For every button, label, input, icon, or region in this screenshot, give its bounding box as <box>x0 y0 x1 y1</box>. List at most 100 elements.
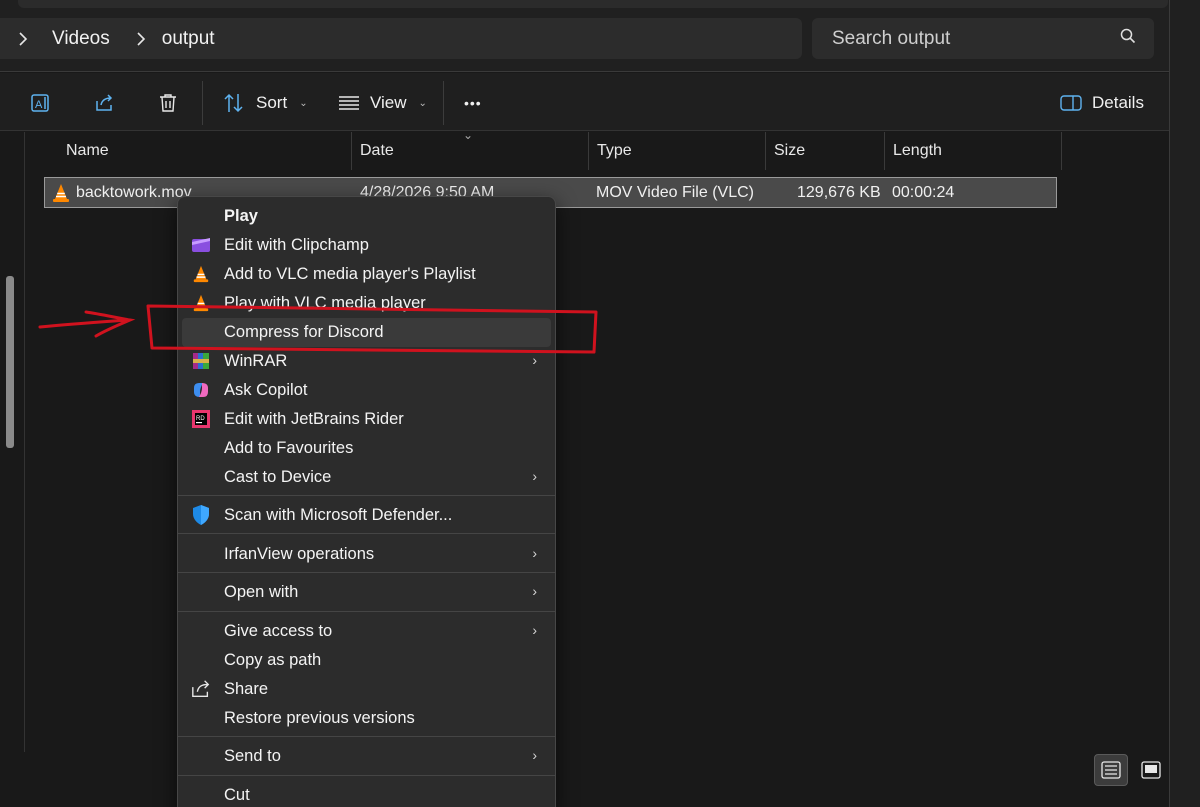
tiles-view-button[interactable] <box>1134 754 1168 786</box>
details-view-icon <box>1101 761 1121 779</box>
menu-item-label: Edit with Clipchamp <box>224 236 369 254</box>
menu-item-label: IrfanView operations <box>224 545 375 563</box>
chevron-down-icon: ⌄ <box>418 97 427 109</box>
more-options-icon: ••• <box>464 95 482 111</box>
menu-item-label: WinRAR <box>224 352 288 370</box>
details-pane-button[interactable]: Details <box>1060 90 1144 116</box>
sort-button[interactable]: Sort ⌄ <box>222 90 308 116</box>
desktop-background <box>1170 0 1200 807</box>
menu-item-edit-with-rider[interactable]: RD Edit with JetBrains Rider <box>182 405 551 434</box>
file-type: MOV Video File (VLC) <box>596 184 754 201</box>
menu-item-label: Play with VLC media player <box>224 294 426 312</box>
menu-item-give-access-to[interactable]: Give access to › <box>182 617 551 646</box>
rider-icon: RD <box>190 408 212 430</box>
command-bar: A Sort ⌄ View ⌄ ••• Details <box>0 73 1169 131</box>
menu-item-add-to-favourites[interactable]: Add to Favourites <box>182 434 551 463</box>
menu-item-label: Copy as path <box>224 651 322 669</box>
menu-item-open-with[interactable]: Open with › <box>182 578 551 607</box>
details-pane-icon <box>1060 95 1082 111</box>
menu-item-label: Cut <box>224 786 250 804</box>
menu-item-label: Add to Favourites <box>224 439 354 457</box>
search-box[interactable]: Search output <box>812 18 1154 59</box>
view-label: View <box>370 93 407 112</box>
defender-icon <box>190 504 212 526</box>
navigation-pane-divider[interactable] <box>24 132 25 752</box>
menu-separator <box>178 533 555 534</box>
file-size: 129,676 KB <box>797 184 881 201</box>
menu-item-irfanview-operations[interactable]: IrfanView operations › <box>182 540 551 569</box>
details-label: Details <box>1092 93 1144 112</box>
menu-item-edit-with-clipchamp[interactable]: Edit with Clipchamp <box>182 231 551 260</box>
column-date-label: Date <box>360 142 394 159</box>
clipchamp-icon <box>190 234 212 256</box>
menu-separator <box>178 775 555 776</box>
menu-item-label: Edit with JetBrains Rider <box>224 410 404 428</box>
breadcrumb-item-videos[interactable]: Videos <box>52 28 110 50</box>
column-header-type[interactable]: Type <box>589 132 766 170</box>
chevron-right-icon: › <box>532 468 537 484</box>
menu-item-ask-copilot[interactable]: Ask Copilot <box>182 376 551 405</box>
more-options-button[interactable]: ••• <box>464 90 482 116</box>
menu-item-label: Add to VLC media player's Playlist <box>224 265 476 283</box>
menu-item-label: Send to <box>224 747 281 765</box>
menu-separator <box>178 572 555 573</box>
menu-item-winrar[interactable]: WinRAR › <box>182 347 551 376</box>
column-size-label: Size <box>774 142 806 159</box>
vlc-icon <box>190 263 212 285</box>
menu-item-label: Cast to Device <box>224 468 332 486</box>
vlc-icon <box>190 292 212 314</box>
share-icon[interactable] <box>91 90 117 116</box>
chevron-right-icon[interactable] <box>12 28 34 50</box>
menu-item-copy-as-path[interactable]: Copy as path <box>182 646 551 675</box>
menu-item-send-to[interactable]: Send to › <box>182 742 551 771</box>
file-explorer-window: Videos output Search output A Sort ⌄ Vie… <box>0 0 1170 807</box>
column-name-label: Name <box>66 142 109 159</box>
menu-item-play-with-vlc[interactable]: Play with VLC media player <box>182 289 551 318</box>
menu-item-label: Share <box>224 680 269 698</box>
menu-item-scan-with-defender[interactable]: Scan with Microsoft Defender... <box>182 501 551 530</box>
svg-text:RD: RD <box>196 416 205 422</box>
menu-item-cut[interactable]: Cut <box>182 781 551 807</box>
winrar-icon <box>190 350 212 372</box>
column-header-row: ⌄ Name Date Type Size Length <box>0 128 1169 170</box>
column-type-label: Type <box>597 142 632 159</box>
breadcrumb[interactable]: Videos output <box>0 18 802 59</box>
column-header-name[interactable]: Name <box>58 132 352 170</box>
rename-icon[interactable]: A <box>28 90 54 116</box>
search-icon[interactable] <box>1120 28 1136 50</box>
sort-label: Sort <box>256 93 288 112</box>
menu-item-restore-previous-versions[interactable]: Restore previous versions <box>182 704 551 733</box>
view-button[interactable]: View ⌄ <box>338 90 427 116</box>
details-view-button[interactable] <box>1094 754 1128 786</box>
menu-item-compress-for-discord[interactable]: Compress for Discord <box>182 318 551 347</box>
menu-separator <box>178 736 555 737</box>
search-input[interactable]: Search output <box>832 28 950 50</box>
title-strip <box>18 0 1168 8</box>
share-icon <box>190 678 212 700</box>
file-name: backtowork.mov <box>76 184 192 201</box>
navigation-scrollbar[interactable] <box>6 276 14 448</box>
menu-item-share[interactable]: Share <box>182 675 551 704</box>
menu-item-label: Play <box>224 207 258 225</box>
chevron-right-icon: › <box>532 545 537 561</box>
svg-text:A: A <box>35 99 43 111</box>
menu-item-label: Scan with Microsoft Defender... <box>224 506 453 524</box>
chevron-down-icon: ⌄ <box>299 97 308 109</box>
chevron-right-icon: › <box>532 747 537 763</box>
menu-item-play[interactable]: Play <box>182 202 551 231</box>
sort-icon <box>224 93 243 113</box>
chevron-right-icon: › <box>532 583 537 599</box>
column-header-length[interactable]: Length <box>885 132 1062 170</box>
menu-item-label: Ask Copilot <box>224 381 308 399</box>
menu-item-label: Give access to <box>224 622 333 640</box>
menu-item-cast-to-device[interactable]: Cast to Device › <box>182 463 551 492</box>
tiles-view-icon <box>1141 761 1161 779</box>
column-header-size[interactable]: Size <box>766 132 885 170</box>
column-header-date[interactable]: Date <box>352 132 589 170</box>
menu-item-add-to-vlc-playlist[interactable]: Add to VLC media player's Playlist <box>182 260 551 289</box>
delete-icon[interactable] <box>155 90 181 116</box>
view-icon <box>339 96 359 110</box>
chevron-right-icon[interactable] <box>130 28 152 50</box>
column-length-label: Length <box>893 142 942 159</box>
breadcrumb-item-output[interactable]: output <box>162 28 215 50</box>
